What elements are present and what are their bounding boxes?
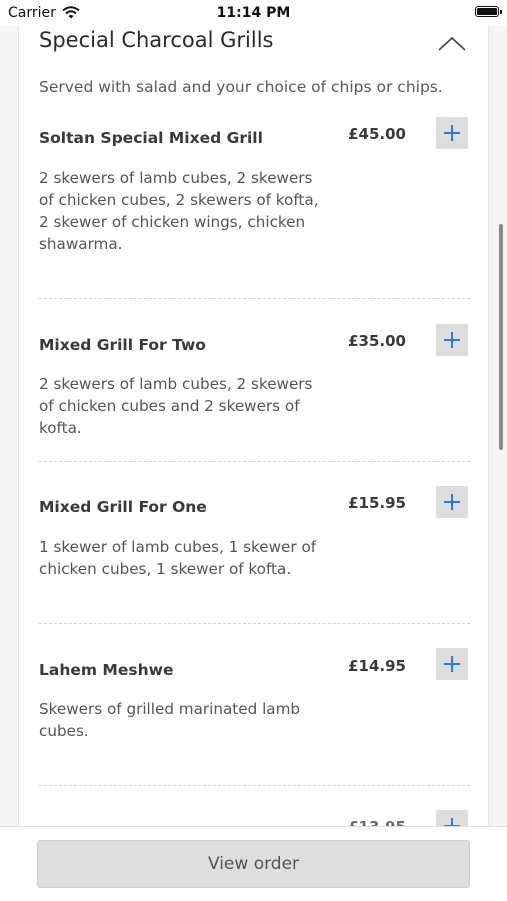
item-title: Mixed Grill For Two <box>39 336 206 354</box>
collapse-section-button[interactable] <box>435 33 469 55</box>
add-item-button[interactable] <box>436 117 468 149</box>
item-description: 2 skewers of lamb cubes, 2 skewers of ch… <box>39 169 319 253</box>
status-bar: Carrier 11:14 PM <box>0 0 507 26</box>
item-divider <box>39 298 470 299</box>
section-title: Special Charcoal Grills <box>39 28 274 52</box>
add-item-button[interactable] <box>436 324 468 356</box>
item-divider <box>39 785 470 786</box>
item-divider <box>39 623 470 624</box>
item-divider <box>39 461 470 462</box>
view-order-button[interactable]: View order <box>37 840 470 888</box>
item-title: Lahem Meshwe <box>39 661 174 679</box>
item-price: £15.95 <box>348 494 406 512</box>
bottom-bar: View order <box>0 826 507 901</box>
chevron-up-icon <box>438 36 466 51</box>
item-description: Skewers of grilled marinated lamb cubes. <box>39 700 301 740</box>
section-description: Served with salad and your choice of chi… <box>39 78 443 96</box>
scrollbar-thumb[interactable] <box>499 224 503 450</box>
item-title: Mixed Grill For One <box>39 498 207 516</box>
item-price: £14.95 <box>348 657 406 675</box>
item-title: Soltan Special Mixed Grill <box>39 129 263 147</box>
add-item-button[interactable] <box>436 648 468 680</box>
item-description: 1 skewer of lamb cubes, 1 skewer of chic… <box>39 538 317 578</box>
item-price: £35.00 <box>348 332 406 350</box>
item-price: £45.00 <box>348 125 406 143</box>
battery-icon <box>475 6 502 17</box>
menu-section-card: Special Charcoal Grills Served with sala… <box>18 0 489 900</box>
status-time: 11:14 PM <box>216 5 291 21</box>
item-description: 2 skewers of lamb cubes, 2 skewers of ch… <box>39 375 313 437</box>
add-item-button[interactable] <box>436 486 468 518</box>
